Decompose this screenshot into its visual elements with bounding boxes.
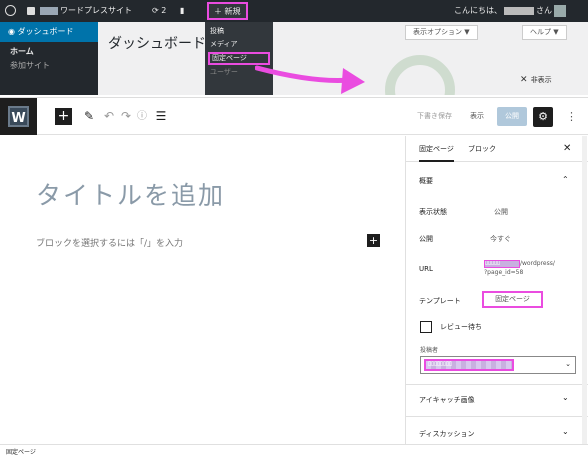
sidebar-item-home[interactable]: ホーム (0, 45, 98, 59)
close-icon[interactable]: ✕ (563, 136, 571, 162)
pencil-icon[interactable]: ✎ (82, 108, 96, 125)
scrollbar[interactable] (582, 136, 587, 444)
url-path: /wordpress/ (520, 260, 555, 267)
sidebar-tabs: 固定ページ ブロック ✕ (406, 136, 588, 162)
divider (406, 384, 588, 385)
welcome-graphic (385, 55, 455, 95)
wordpress-logo-icon[interactable] (5, 0, 17, 22)
greeting-text: こんにちは、 (454, 6, 502, 15)
template-select[interactable]: 固定ページ (482, 291, 543, 308)
discussion-heading[interactable]: ディスカッション (419, 429, 475, 439)
masked-username (504, 6, 534, 15)
updates-count: 2 (161, 6, 167, 15)
publish-button[interactable]: 公開 (497, 107, 527, 126)
greeting-suffix: さん (536, 6, 552, 15)
sidebar-item-my-sites[interactable]: 参加サイト (0, 59, 98, 73)
url-label: URL (419, 265, 433, 273)
url-query: ?page_id=58 (484, 269, 524, 276)
tab-page[interactable]: 固定ページ (419, 136, 454, 162)
avatar[interactable] (554, 5, 566, 17)
comments-icon[interactable]: ▮ (180, 0, 184, 22)
author-label: 投稿者 (420, 347, 439, 354)
sidebar-item-dashboard[interactable]: ◉ ダッシュボード (0, 22, 98, 42)
save-draft-button[interactable]: 下書き保存 (417, 109, 452, 124)
site-logo-button[interactable]: W (0, 98, 37, 135)
list-view-icon[interactable]: ☰ (154, 108, 168, 125)
visibility-value[interactable]: 公開 (494, 207, 508, 217)
publish-value[interactable]: 今すぐ (490, 234, 511, 244)
new-content-menu[interactable]: ＋ 新規 (207, 2, 248, 20)
masked-author: ﾛﾛﾛﾛﾛﾛﾛﾛ (424, 359, 514, 371)
close-icon: ✕ (520, 75, 531, 85)
site-name-text: ワードプレスサイト (60, 6, 132, 15)
featured-image-heading[interactable]: アイキャッチ画像 (419, 395, 475, 405)
block-editor: W + ✎ ↶ ↷ ⓘ ☰ 下書き保存 表示 公開 ⚙ ⋮ タイトルを追加 ブロ… (0, 97, 588, 459)
dismiss-label: 非表示 (530, 76, 552, 84)
tab-block[interactable]: ブロック (468, 136, 496, 162)
add-block-button[interactable]: + (55, 108, 72, 125)
breadcrumb[interactable]: 固定ページ (0, 444, 588, 459)
settings-sidebar: 固定ページ ブロック ✕ 概要 ⌃ 表示状態 公開 公開 今すぐ URL ﾛﾛﾛ… (405, 136, 588, 444)
greeting[interactable]: こんにちは、 さん (454, 0, 552, 22)
more-options-icon[interactable]: ⋮ (566, 108, 577, 125)
admin-bar: ワードプレスサイト ⟳ 2 ▮ ＋ 新規 こんにちは、 さん (0, 0, 588, 22)
chevron-down-icon[interactable]: ⌄ (562, 393, 569, 402)
url-value[interactable]: ﾛﾛﾛﾛﾛ/wordpress/ ?page_id=58 (484, 259, 555, 277)
visibility-label: 表示状態 (419, 208, 447, 216)
chevron-up-icon[interactable]: ⌃ (562, 175, 569, 184)
template-label: テンプレート (419, 297, 461, 305)
gear-icon[interactable]: ⚙ (533, 107, 553, 127)
pending-review-label: レビュー待ち (440, 323, 482, 331)
masked-area (40, 6, 58, 15)
title-input[interactable]: タイトルを追加 (36, 176, 225, 212)
admin-sidebar: ◉ ダッシュボード ホーム 参加サイト (0, 22, 98, 95)
dismiss-link[interactable]: ✕ 非表示 (520, 75, 552, 85)
redo-icon[interactable]: ↷ (120, 108, 132, 125)
info-icon[interactable]: ⓘ (136, 108, 148, 125)
gauge-icon: ◉ (8, 27, 18, 36)
updates-link[interactable]: ⟳ 2 (152, 0, 166, 22)
summary-heading[interactable]: 概要 (419, 176, 433, 186)
chevron-down-icon: ⌄ (565, 360, 571, 368)
editor-canvas[interactable]: タイトルを追加 ブロックを選択するには「/」を入力 + (0, 136, 405, 444)
sidebar-item-label: ダッシュボード (17, 27, 74, 36)
site-name-link[interactable]: ワードプレスサイト (40, 0, 132, 22)
annotation-arrow (255, 65, 365, 94)
masked-url: ﾛﾛﾛﾛﾛ (484, 259, 520, 268)
block-placeholder[interactable]: ブロックを選択するには「/」を入力 (36, 236, 183, 249)
home-icon[interactable] (27, 0, 35, 22)
author-select[interactable]: ﾛﾛﾛﾛﾛﾛﾛﾛ ⌄ (420, 356, 576, 374)
page-title: ダッシュボード (108, 36, 206, 52)
undo-icon[interactable]: ↶ (103, 108, 115, 125)
preview-button[interactable]: 表示 (470, 109, 484, 124)
menu-item-media[interactable]: メディア (205, 38, 273, 51)
publish-label: 公開 (419, 235, 433, 243)
menu-item-post[interactable]: 投稿 (205, 25, 273, 38)
pending-review-checkbox[interactable] (420, 321, 432, 333)
chevron-down-icon[interactable]: ⌄ (562, 427, 569, 436)
help-button[interactable]: ヘルプ ▼ (522, 25, 567, 40)
wordpress-logo-icon: W (8, 106, 29, 127)
inline-add-block-button[interactable]: + (367, 234, 380, 247)
divider (406, 416, 588, 417)
screen-options-button[interactable]: 表示オプション ▼ (405, 25, 478, 40)
